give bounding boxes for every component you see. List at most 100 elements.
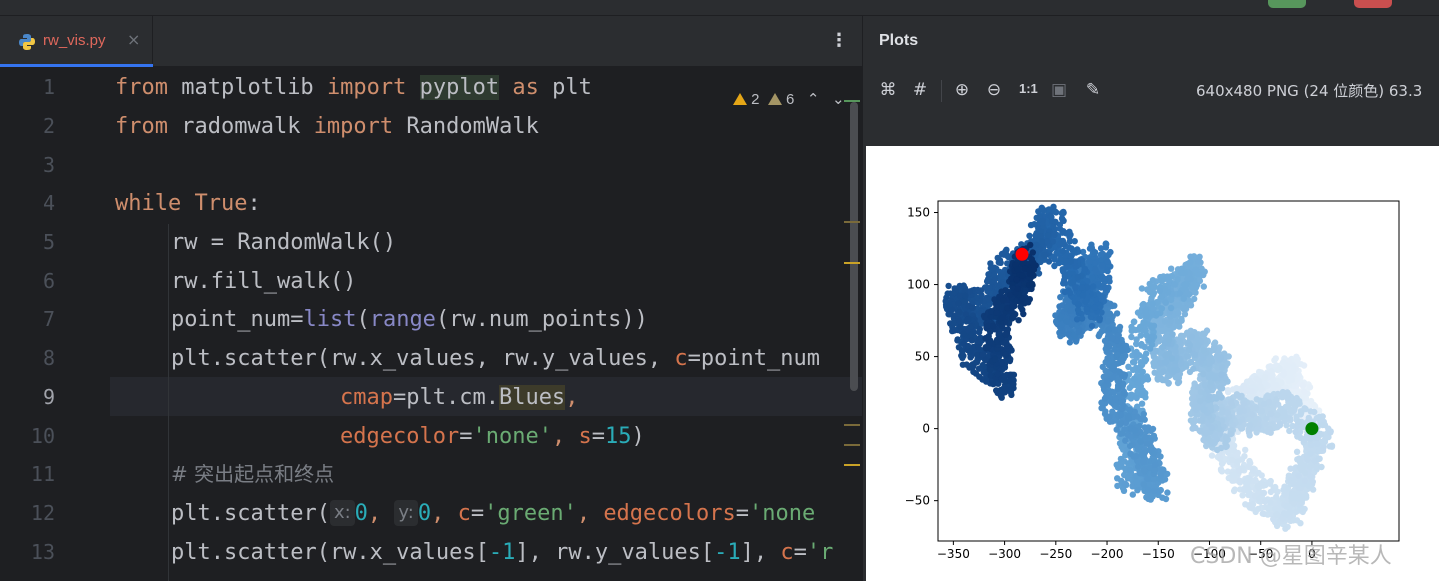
scatter-point xyxy=(1256,377,1263,385)
scatter-point xyxy=(955,300,962,307)
scatter-point xyxy=(1020,310,1027,318)
scatter-point xyxy=(1255,505,1262,513)
crop-icon[interactable]: # xyxy=(910,80,930,100)
scatter-point xyxy=(1002,351,1010,358)
scatter-point xyxy=(986,284,993,291)
actual-size-icon[interactable]: 1:1 xyxy=(1019,81,1038,96)
scatter-point xyxy=(1117,420,1124,427)
scroll-marker xyxy=(844,221,860,223)
scatter-point xyxy=(1108,335,1116,342)
scatter-point xyxy=(1114,385,1121,393)
stop-button[interactable] xyxy=(1354,0,1392,8)
scatter-point xyxy=(1249,501,1257,508)
scatter-point xyxy=(1168,265,1175,272)
scatter-point xyxy=(1117,455,1125,463)
scatter-point xyxy=(998,288,1005,295)
scatter-point xyxy=(1183,280,1190,288)
scatter-point xyxy=(1292,428,1299,436)
scatter-point xyxy=(1243,386,1251,394)
scatter-point xyxy=(1267,488,1275,496)
scroll-marker xyxy=(844,424,860,426)
scroll-marker xyxy=(844,100,860,102)
color-picker-icon[interactable]: ✎ xyxy=(1083,80,1103,100)
scatter-point xyxy=(1146,446,1154,454)
fit-icon[interactable]: ⌘ xyxy=(878,80,898,100)
scatter-point xyxy=(1134,487,1141,494)
scatter-point xyxy=(987,328,994,335)
scatter-point xyxy=(982,335,989,342)
scatter-point xyxy=(1041,252,1048,259)
scatter-point xyxy=(1178,347,1185,354)
scatter-point xyxy=(1099,262,1106,269)
scatter-point xyxy=(1197,417,1205,424)
line-number: 11 xyxy=(30,462,55,486)
scatter-point xyxy=(1105,326,1112,333)
scatter-point xyxy=(1142,425,1150,432)
tab-rw-vis[interactable]: rw_vis.py × xyxy=(0,16,153,67)
next-highlight-icon[interactable]: ⌄ xyxy=(832,91,845,108)
scatter-point xyxy=(1088,322,1096,330)
background-icon[interactable]: ▣ xyxy=(1049,80,1069,100)
scatter-point xyxy=(1139,451,1146,459)
scatter-point xyxy=(1200,347,1207,354)
scatter-point xyxy=(976,373,983,380)
scatter-point xyxy=(1213,436,1220,443)
scatter-point xyxy=(1090,283,1097,290)
scatter-point xyxy=(1145,486,1152,494)
scatter-point xyxy=(1117,411,1125,418)
line-number: 12 xyxy=(30,501,55,525)
vertical-scrollbar[interactable] xyxy=(850,102,858,391)
scatter-point xyxy=(1126,442,1134,450)
scatter-point xyxy=(1252,476,1259,484)
tab-close-icon[interactable]: × xyxy=(127,30,140,49)
run-button[interactable] xyxy=(1268,0,1306,8)
scatter-point xyxy=(1318,463,1325,471)
scatter-point xyxy=(1283,503,1290,510)
scatter-point xyxy=(997,273,1004,280)
scatter-point xyxy=(1083,305,1090,313)
scatter-point xyxy=(1095,332,1102,340)
scatter-point xyxy=(1132,452,1140,460)
scatter-point xyxy=(1239,492,1246,499)
scatter-point xyxy=(1307,473,1314,480)
scatter-point xyxy=(1102,275,1109,283)
scatter-point xyxy=(1148,493,1155,500)
scatter-point xyxy=(1273,522,1281,530)
scatter-point xyxy=(1247,459,1254,467)
scatter-chart: −350 −300 −250 −200 −150 −100 −50 0−50050100150 xyxy=(905,200,1400,561)
scatter-point xyxy=(956,309,963,316)
scatter-point xyxy=(990,322,997,330)
scatter-point xyxy=(1171,366,1178,374)
inspection-widget[interactable]: 2 6 ⌃ ⌄ xyxy=(733,90,845,108)
scatter-point xyxy=(1218,371,1225,378)
scatter-point xyxy=(1306,384,1314,391)
scatter-point xyxy=(1151,369,1158,376)
scatter-point xyxy=(995,259,1002,266)
zoom-in-icon[interactable]: ⊕ xyxy=(952,80,972,100)
scatter-point xyxy=(969,304,976,311)
scatter-point xyxy=(1186,368,1194,376)
scatter-point xyxy=(1298,493,1305,501)
scatter-point xyxy=(1066,339,1074,346)
scatter-point xyxy=(1326,443,1333,450)
scatter-point xyxy=(1096,315,1103,322)
scatter-point xyxy=(1137,438,1144,445)
scatter-point xyxy=(1135,326,1142,333)
code-editor[interactable]: rw_vis.py × ⋮ 1 2 3 4 5 6 7 8 9 10 11 12… xyxy=(0,16,862,581)
weak-warning-icon xyxy=(767,93,782,105)
scatter-point xyxy=(1165,277,1173,284)
scatter-point xyxy=(1295,399,1302,406)
scatter-point xyxy=(997,392,1004,400)
scatter-point xyxy=(1130,359,1138,366)
scatter-point xyxy=(1297,520,1304,527)
zoom-out-icon[interactable]: ⊖ xyxy=(984,80,1004,100)
scatter-point xyxy=(1231,471,1238,479)
plot-image[interactable]: −350 −300 −250 −200 −150 −100 −50 0 −50 0 50 100 150 xyxy=(866,146,1439,581)
code-area[interactable]: from matplotlib import pyplot as plt fro… xyxy=(115,68,855,581)
scatter-point xyxy=(1134,309,1142,316)
previous-highlight-icon[interactable]: ⌃ xyxy=(807,91,820,108)
more-options-icon[interactable]: ⋮ xyxy=(830,30,848,51)
scatter-point xyxy=(1191,295,1198,303)
scatter-point xyxy=(1307,450,1314,457)
scatter-point xyxy=(948,306,956,313)
